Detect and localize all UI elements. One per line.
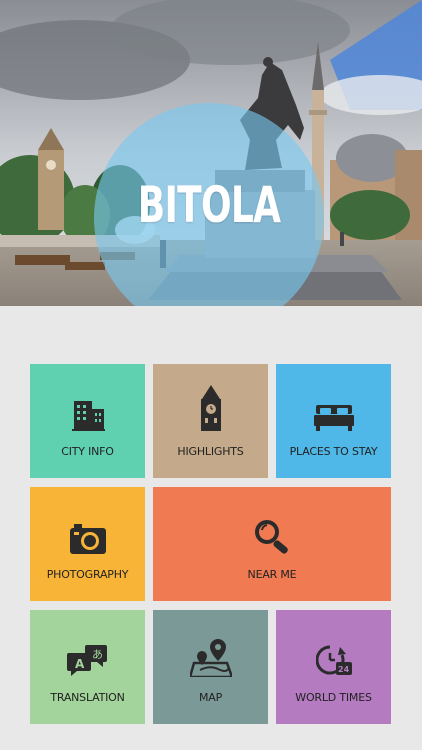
city-title: BITOLA <box>137 176 281 234</box>
near-me-button[interactable]: NEAR ME <box>153 487 391 601</box>
photography-button[interactable]: PHOTOGRAPHY <box>30 487 145 601</box>
city-info-button[interactable]: CITY INFO <box>30 364 145 478</box>
map-label: MAP <box>198 690 223 704</box>
bed-icon <box>313 404 354 431</box>
world-times-label: WORLD TIMES <box>295 690 372 704</box>
map-pin-icon <box>189 638 232 677</box>
highlights-button[interactable]: HIGHLIGHTS <box>153 364 268 478</box>
camera-icon <box>69 523 106 554</box>
map-button[interactable]: MAP <box>153 610 268 724</box>
places-to-stay-label: PLACES TO STAY <box>289 444 378 458</box>
photography-label: PHOTOGRAPHY <box>46 567 129 581</box>
building-icon <box>71 400 105 431</box>
city-info-label: CITY INFO <box>61 444 114 458</box>
highlights-label: HIGHLIGHTS <box>177 444 244 458</box>
svg-text:24: 24 <box>338 665 350 674</box>
world-clock-icon: 24 <box>315 645 352 675</box>
places-to-stay-button[interactable]: PLACES TO STAY <box>276 364 391 478</box>
world-times-button[interactable]: 24 WORLD TIMES <box>276 610 391 724</box>
clock-tower-icon <box>200 384 221 431</box>
translation-button[interactable]: A あ TRANSLATION <box>30 610 145 724</box>
translate-icon: A あ <box>66 644 107 676</box>
svg-text:あ: あ <box>92 648 103 661</box>
hero-photo: BITOLA <box>0 0 422 306</box>
magnifier-icon <box>255 519 288 554</box>
translation-label: TRANSLATION <box>50 690 125 704</box>
svg-text:A: A <box>75 657 85 671</box>
near-me-label: NEAR ME <box>247 567 297 581</box>
